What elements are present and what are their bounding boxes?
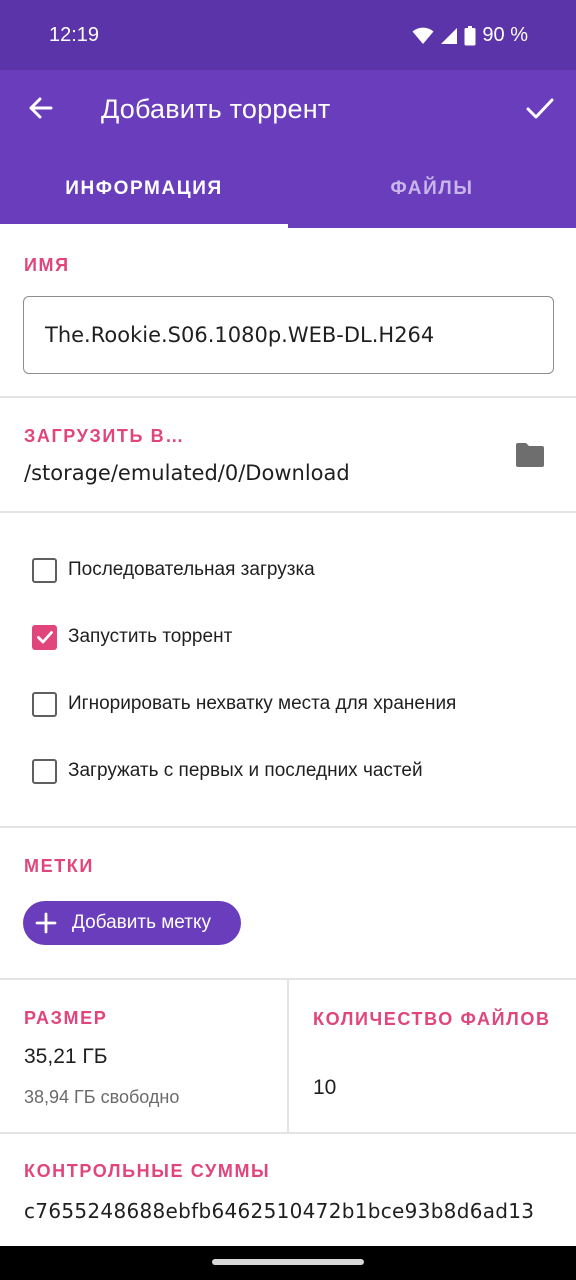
option-label: Запустить торрент xyxy=(68,626,233,647)
option-start-torrent[interactable]: Запустить торрент xyxy=(32,622,232,652)
page-title: Добавить торрент xyxy=(101,94,331,124)
download-to-label: ЗАГРУЗИТЬ В… xyxy=(24,426,185,446)
tags-label: МЕТКИ xyxy=(24,856,94,876)
plus-icon xyxy=(35,912,57,934)
download-path[interactable]: /storage/emulated/0/Download xyxy=(24,461,350,485)
tab-info[interactable]: ИНФОРМАЦИЯ xyxy=(0,166,288,228)
battery-percent: 90 % xyxy=(482,24,528,46)
tab-files[interactable]: ФАЙЛЫ xyxy=(288,166,576,228)
checksums-label: КОНТРОЛЬНЫЕ СУММЫ xyxy=(24,1161,271,1181)
add-tag-button[interactable]: Добавить метку xyxy=(23,901,241,945)
option-ignore-free-space[interactable]: Игнорировать нехватку места для хранения xyxy=(32,689,456,719)
check-icon[interactable] xyxy=(522,90,558,126)
signal-icon xyxy=(440,27,458,45)
files-count-value: 10 xyxy=(313,1076,337,1099)
checkbox[interactable] xyxy=(32,557,57,583)
tab-indicator xyxy=(0,224,288,228)
files-count-label: КОЛИЧЕСТВО ФАЙЛОВ xyxy=(313,1009,551,1029)
divider xyxy=(0,396,576,398)
checkbox-checked[interactable] xyxy=(32,624,57,650)
app-bar: Добавить торрент ИНФОРМАЦИЯ ФАЙЛЫ xyxy=(0,70,576,228)
status-bar: 12:19 90 % xyxy=(0,0,576,70)
divider xyxy=(0,511,576,513)
option-label: Последовательная загрузка xyxy=(68,559,315,580)
checkbox[interactable] xyxy=(32,691,57,717)
name-label: ИМЯ xyxy=(24,255,70,275)
option-sequential-download[interactable]: Последовательная загрузка xyxy=(32,555,315,585)
status-icons: 90 % xyxy=(412,24,528,47)
battery-icon xyxy=(464,25,476,46)
add-tag-label: Добавить метку xyxy=(72,912,211,933)
checksum-value: c7655248688ebfb6462510472b1bce93b8d6ad13 xyxy=(24,1199,535,1223)
wifi-icon xyxy=(412,27,434,45)
option-label: Загружать с первых и последних частей xyxy=(68,760,423,781)
divider xyxy=(0,826,576,828)
navigation-bar xyxy=(0,1246,576,1280)
folder-icon[interactable] xyxy=(514,441,546,469)
check-mark-icon xyxy=(36,631,53,644)
free-space: 38,94 ГБ свободно xyxy=(24,1087,180,1107)
checkbox[interactable] xyxy=(32,758,57,784)
arrow-back-icon[interactable] xyxy=(22,90,58,126)
option-first-last-pieces[interactable]: Загружать с первых и последних частей xyxy=(32,756,423,786)
size-value: 35,21 ГБ xyxy=(24,1045,108,1068)
divider xyxy=(0,1132,576,1134)
vertical-divider xyxy=(287,980,289,1133)
size-label: РАЗМЕР xyxy=(24,1008,108,1028)
option-label: Игнорировать нехватку места для хранения xyxy=(68,693,457,714)
status-time: 12:19 xyxy=(49,24,100,46)
home-gesture-handle[interactable] xyxy=(212,1259,364,1265)
name-input[interactable]: The.Rookie.S06.1080p.WEB-DL.H264 xyxy=(23,296,554,374)
